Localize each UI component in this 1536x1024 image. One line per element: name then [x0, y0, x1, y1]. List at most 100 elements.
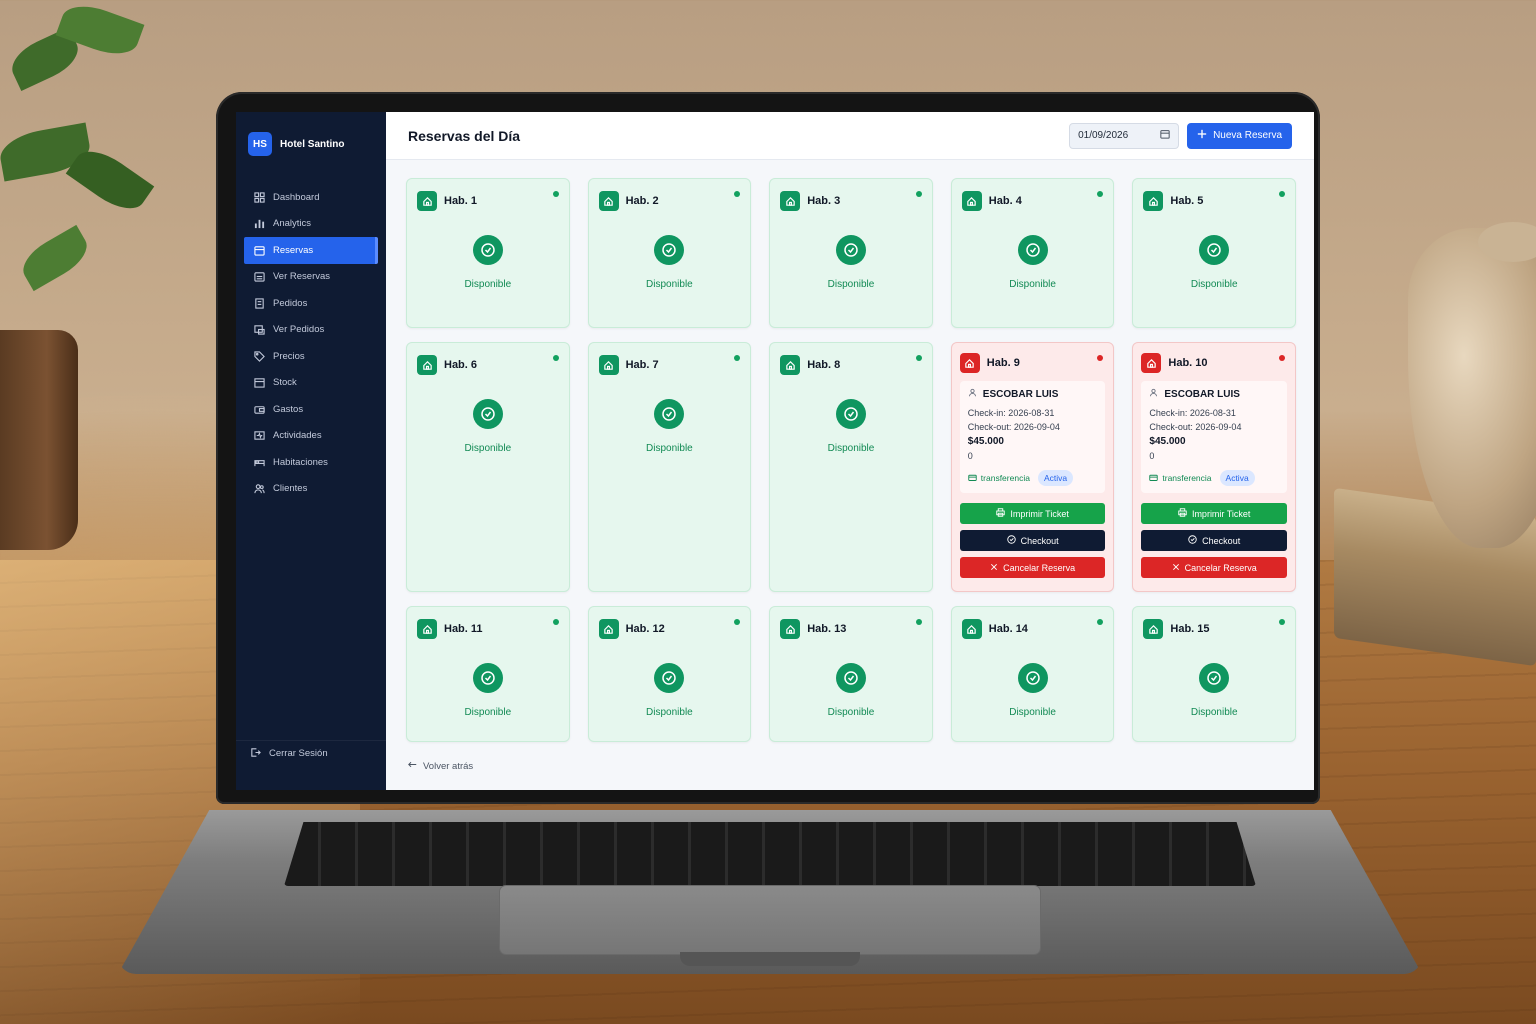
room-card-1[interactable]: Hab. 1 Disponible [406, 178, 570, 328]
room-name: Hab. 2 [625, 195, 659, 207]
sidebar-item-label: Gastos [273, 403, 304, 415]
room-icon [1143, 191, 1164, 211]
date-value: 01/09/2026 [1078, 130, 1129, 141]
wallet-icon [254, 404, 265, 415]
box-icon [254, 377, 265, 388]
check-circle-icon [835, 235, 866, 265]
check-circle-icon [1188, 535, 1197, 546]
checkout-label: Checkout [1020, 535, 1059, 546]
room-icon [598, 619, 619, 639]
laptop-trackpad [500, 886, 1040, 954]
print-ticket-button[interactable]: Imprimir Ticket [1141, 503, 1287, 524]
room-card-5[interactable]: Hab. 5 Disponible [1132, 178, 1296, 328]
room-icon [417, 355, 437, 375]
calendar-icon[interactable] [1160, 129, 1170, 142]
sidebar-item-stock[interactable]: Stock [236, 370, 386, 397]
room-card-2[interactable]: Hab. 2 Disponible [587, 178, 752, 328]
room-status: Disponible [827, 443, 875, 454]
payment-method: transferencia [1149, 471, 1212, 486]
brand[interactable]: HS Hotel Santino [236, 130, 386, 158]
guest-name: ESCOBAR LUIS [1164, 389, 1240, 400]
room-card-12[interactable]: Hab. 12 Disponible [587, 606, 752, 742]
sidebar-item-label: Clientes [273, 483, 308, 495]
user-icon [1149, 388, 1158, 403]
check-circle-icon [835, 663, 866, 693]
users-icon [254, 483, 265, 494]
status-dot [1279, 191, 1285, 197]
plant-pot [0, 330, 78, 550]
reservation-details: ESCOBAR LUIS Check-in: 2026-08-31 Check-… [959, 381, 1106, 493]
back-link[interactable]: Volver atrás [386, 742, 1314, 790]
reservation-status-badge: Activa [1037, 469, 1074, 486]
check-circle-icon [1006, 535, 1016, 546]
room-card-15[interactable]: Hab. 15 Disponible [1132, 606, 1296, 742]
back-label: Volver atrás [423, 760, 474, 772]
room-card-3[interactable]: Hab. 3 Disponible [769, 178, 933, 328]
logout-button[interactable]: Cerrar Sesión [236, 740, 386, 766]
status-dot [915, 191, 922, 197]
printer-icon [1178, 508, 1187, 519]
check-circle-icon [1199, 235, 1230, 265]
room-name: Hab. 13 [807, 623, 847, 635]
room-card-7[interactable]: Hab. 7 Disponible [587, 342, 752, 592]
check-circle-icon [1017, 663, 1048, 693]
room-name: Hab. 5 [1170, 195, 1204, 207]
checkout-date: Check-out: 2026-09-04 [967, 422, 1060, 432]
sidebar-item-label: Pedidos [273, 297, 308, 309]
status-dot [552, 191, 559, 197]
checkout-button[interactable]: Checkout [1141, 530, 1287, 551]
sidebar-item-precios[interactable]: Precios [236, 343, 386, 370]
sidebar-item-ver-pedidos[interactable]: Ver Pedidos [236, 317, 386, 344]
checkout-button[interactable]: Checkout [959, 530, 1106, 551]
payment-method: transferencia [968, 471, 1030, 486]
reservation-price: $45.000 [967, 435, 1004, 447]
plus-icon [1197, 129, 1207, 142]
cancel-reservation-button[interactable]: Cancelar Reserva [959, 557, 1106, 578]
sidebar-nav: Dashboard Analytics Reservas Ver Reserva… [236, 184, 386, 502]
room-status: Disponible [646, 707, 693, 718]
logout-label: Cerrar Sesión [269, 748, 328, 759]
room-card-11[interactable]: Hab. 11 Disponible [406, 606, 570, 742]
room-card-6[interactable]: Hab. 6 Disponible [406, 342, 570, 592]
room-card-10[interactable]: Hab. 10 ESCOBAR LUIS Check-in: 2026-08-3… [1132, 342, 1296, 592]
sidebar-item-dashboard[interactable]: Dashboard [236, 184, 386, 211]
check-circle-icon [654, 663, 685, 693]
room-card-4[interactable]: Hab. 4 Disponible [950, 178, 1115, 328]
laptop-keyboard [284, 822, 1256, 886]
room-name: Hab. 6 [444, 359, 478, 371]
sidebar-item-clientes[interactable]: Clientes [236, 476, 386, 503]
room-card-13[interactable]: Hab. 13 Disponible [769, 606, 933, 742]
tag-icon [254, 351, 265, 362]
check-circle-icon [472, 663, 503, 693]
sidebar-item-reservas[interactable]: Reservas [244, 237, 378, 264]
sidebar-item-analytics[interactable]: Analytics [236, 211, 386, 238]
calendar-list-icon [254, 271, 265, 282]
cancel-reservation-button[interactable]: Cancelar Reserva [1141, 557, 1287, 578]
close-icon [990, 563, 998, 573]
sidebar-item-gastos[interactable]: Gastos [236, 396, 386, 423]
bar-chart-icon [254, 218, 265, 229]
sidebar-item-label: Precios [273, 350, 305, 362]
room-status: Disponible [646, 279, 693, 290]
room-name: Hab. 12 [625, 623, 665, 635]
status-dot [1279, 619, 1285, 625]
room-card-8[interactable]: Hab. 8 Disponible [769, 342, 933, 592]
new-reservation-button[interactable]: Nueva Reserva [1187, 122, 1292, 149]
sidebar-item-label: Dashboard [273, 191, 320, 203]
sidebar-item-actividades[interactable]: Actividades [236, 423, 386, 450]
room-card-14[interactable]: Hab. 14 Disponible [950, 606, 1115, 742]
print-ticket-button[interactable]: Imprimir Ticket [959, 503, 1106, 524]
payment-method-label: transferencia [980, 472, 1030, 483]
sidebar-item-pedidos[interactable]: Pedidos [236, 290, 386, 317]
room-card-9[interactable]: Hab. 9 ESCOBAR LUIS Check-in: 2026-08-31… [950, 342, 1115, 592]
room-name: Hab. 8 [807, 359, 841, 371]
payment-method-label: transferencia [1162, 472, 1212, 483]
dashboard-icon [254, 192, 265, 203]
sidebar-item-habitaciones[interactable]: Habitaciones [236, 449, 386, 476]
sidebar-item-ver-reservas[interactable]: Ver Reservas [236, 264, 386, 291]
room-name: Hab. 1 [444, 195, 478, 207]
guest-name: ESCOBAR LUIS [982, 389, 1059, 400]
brand-name: Hotel Santino [280, 138, 345, 150]
date-input[interactable]: 01/09/2026 [1069, 122, 1180, 149]
checkin-date: Check-in: 2026-08-31 [1149, 407, 1236, 418]
